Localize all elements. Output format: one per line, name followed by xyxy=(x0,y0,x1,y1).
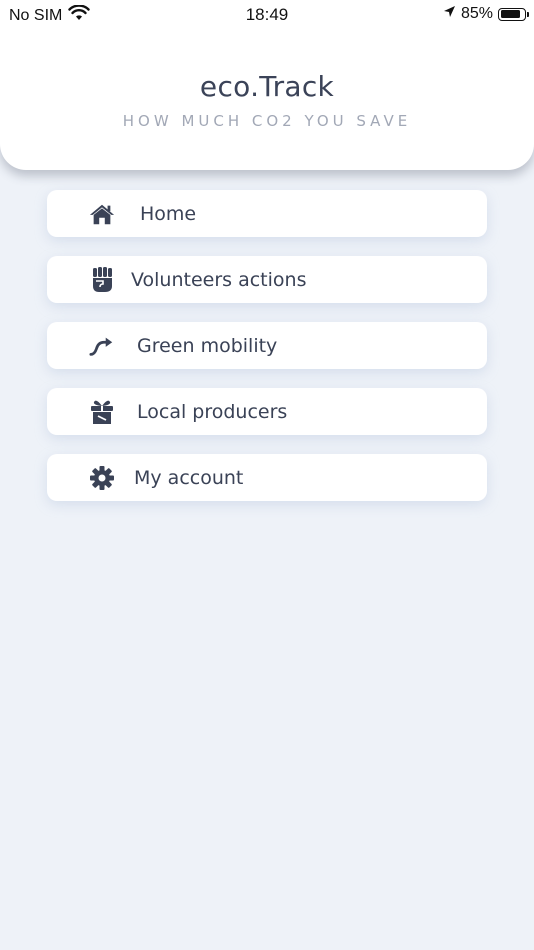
home-icon xyxy=(89,201,115,227)
menu-item-label: Volunteers actions xyxy=(131,268,307,291)
menu-item-my-account[interactable]: My account xyxy=(47,454,487,501)
menu-item-local-producers[interactable]: Local producers xyxy=(47,388,487,435)
gear-icon xyxy=(89,465,115,491)
status-bar: No SIM 18:49 85% xyxy=(0,0,534,30)
main-menu: Home Volunteers actions Green mobility L… xyxy=(47,190,487,501)
fist-icon xyxy=(89,266,115,293)
battery-icon xyxy=(498,7,529,21)
app-subtitle: HOW MUCH CO2 YOU SAVE xyxy=(122,112,412,130)
battery-percent: 85% xyxy=(460,5,493,22)
menu-item-label: My account xyxy=(134,466,244,489)
menu-item-home[interactable]: Home xyxy=(47,190,487,237)
location-arrow-icon xyxy=(443,5,456,23)
status-right: 85% xyxy=(443,5,529,23)
app-title: eco.Track xyxy=(199,70,335,103)
menu-item-green-mobility[interactable]: Green mobility xyxy=(47,322,487,369)
battery-fill xyxy=(500,10,521,18)
route-icon xyxy=(89,333,115,359)
menu-item-label: Local producers xyxy=(137,400,288,423)
menu-item-label: Green mobility xyxy=(137,334,278,357)
menu-item-volunteers-actions[interactable]: Volunteers actions xyxy=(47,256,487,303)
menu-item-label: Home xyxy=(140,202,197,225)
gift-icon xyxy=(89,399,115,425)
